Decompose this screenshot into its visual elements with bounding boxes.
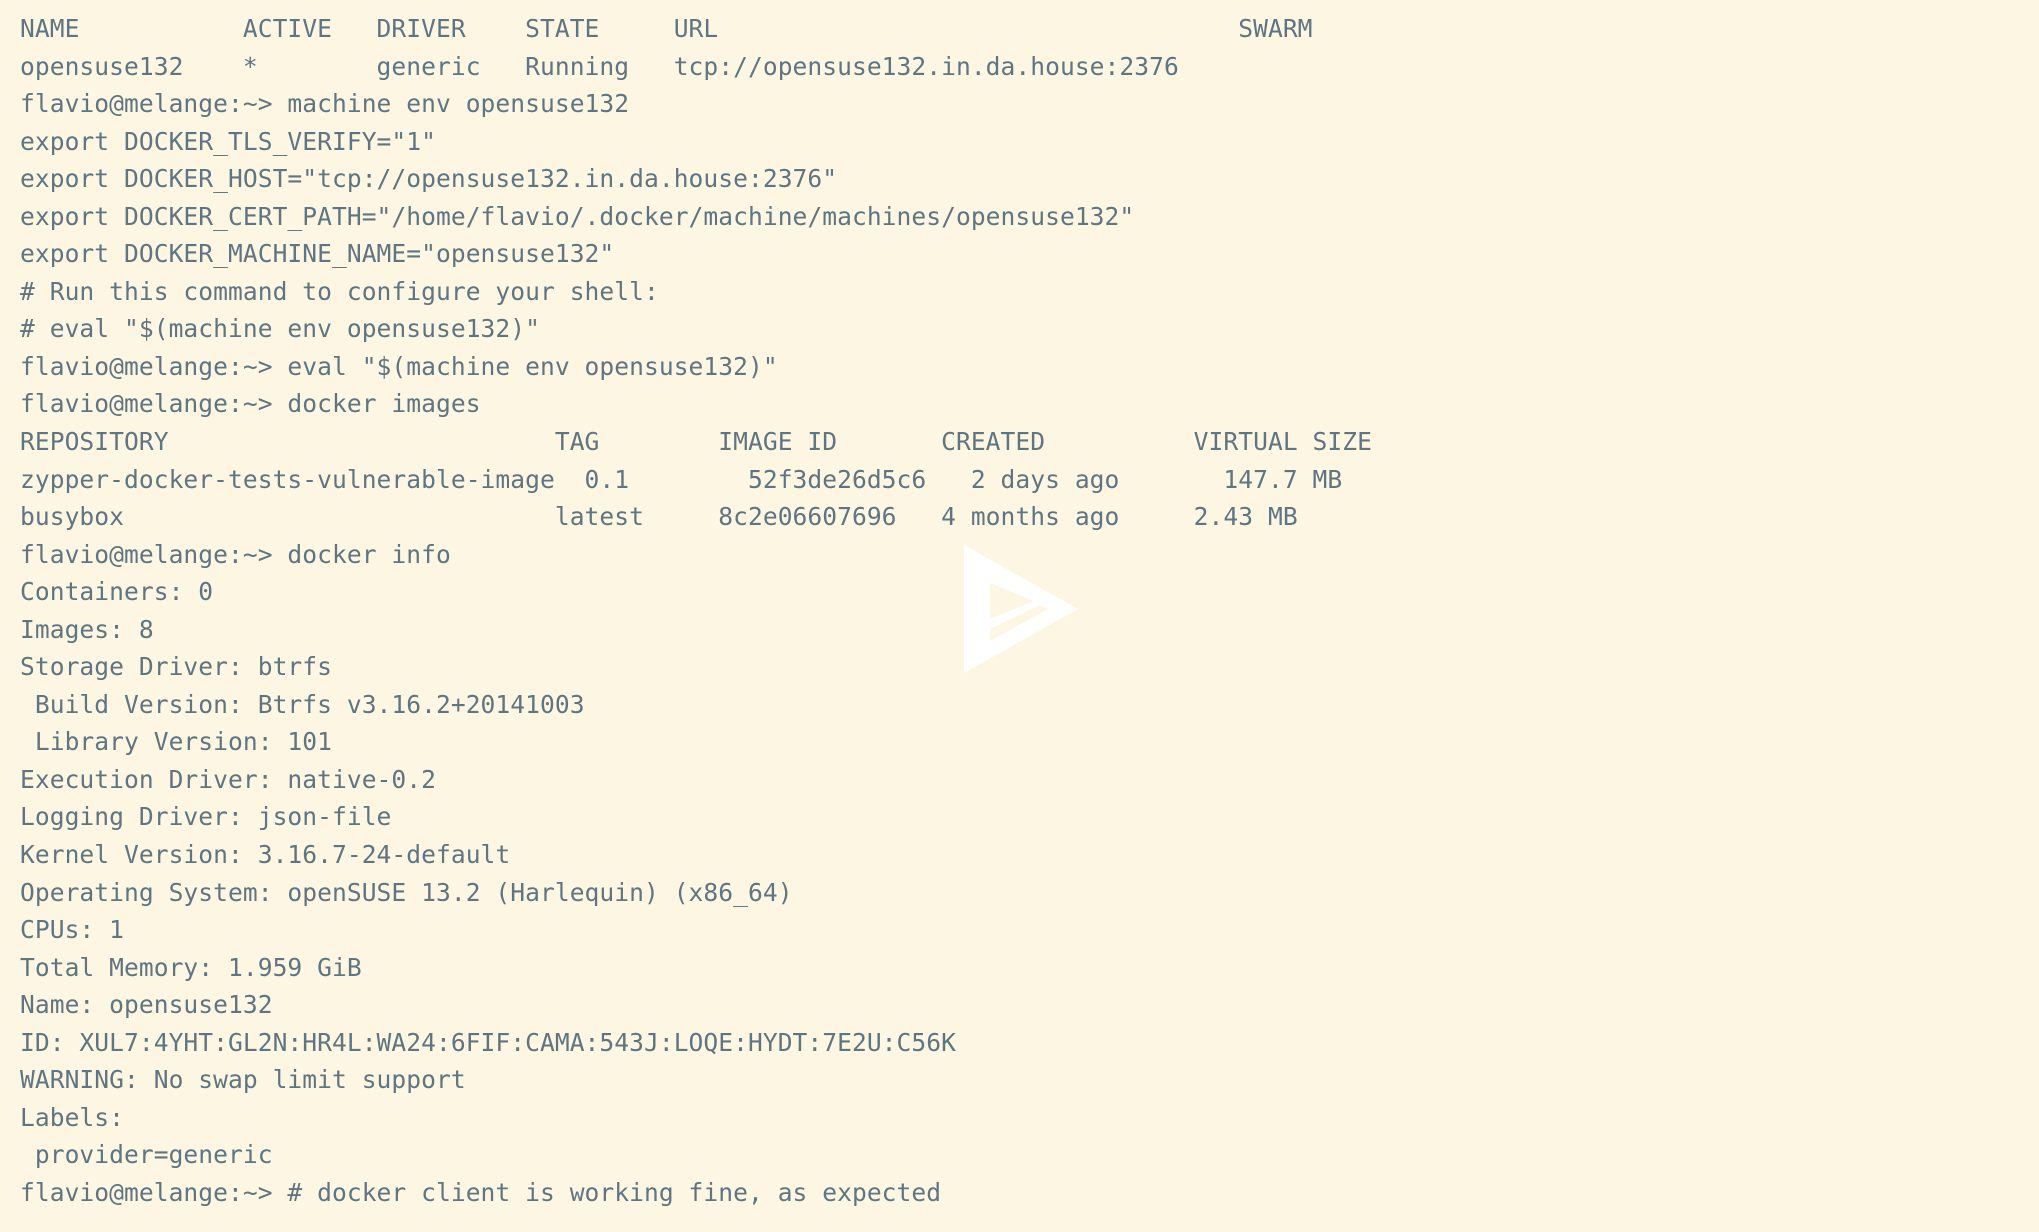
terminal-line: export DOCKER_TLS_VERIFY="1"	[20, 126, 436, 156]
terminal-line: flavio@melange:~> # docker client is wor…	[20, 1177, 942, 1207]
terminal-line: Kernel Version: 3.16.7-24-default	[20, 840, 511, 870]
terminal-line: Operating System: openSUSE 13.2 (Harlequ…	[20, 877, 793, 907]
terminal-line: WARNING: No swap limit support	[20, 1065, 466, 1095]
terminal-line: # eval "$(machine env opensuse132)"	[20, 314, 540, 344]
terminal-line: busybox latest 8c2e06607696 4 months ago…	[20, 502, 1298, 532]
terminal-line: zypper-docker-tests-vulnerable-image 0.1…	[20, 464, 1343, 494]
terminal-line: opensuse132 * generic Running tcp://open…	[20, 51, 1179, 81]
terminal-line: Total Memory: 1.959 GiB	[20, 952, 362, 982]
terminal-window[interactable]: NAME ACTIVE DRIVER STATE URL SWARM opens…	[0, 0, 2039, 1232]
terminal-line: flavio@melange:~> docker info	[20, 539, 451, 569]
terminal-line: Execution Driver: native-0.2	[20, 764, 436, 794]
terminal-line: Containers: 0	[20, 577, 214, 607]
terminal-line: REPOSITORY TAG IMAGE ID CREATED VIRTUAL …	[20, 427, 1372, 457]
terminal-line: flavio@melange:~> machine env opensuse13…	[20, 89, 630, 119]
terminal-line: Labels:	[20, 1102, 124, 1132]
terminal-line: flavio@melange:~> eval "$(machine env op…	[20, 351, 778, 381]
terminal-line: ID: XUL7:4YHT:GL2N:HR4L:WA24:6FIF:CAMA:5…	[20, 1027, 956, 1057]
terminal-line: Images: 8	[20, 614, 154, 644]
terminal-line: export DOCKER_HOST="tcp://opensuse132.in…	[20, 164, 838, 194]
terminal-line: flavio@melange:~> docker images	[20, 389, 481, 419]
terminal-line: Library Version: 101	[20, 727, 332, 757]
terminal-line: Build Version: Btrfs v3.16.2+20141003	[20, 689, 585, 719]
terminal-line: Name: opensuse132	[20, 990, 273, 1020]
terminal-line: Storage Driver: btrfs	[20, 652, 332, 682]
terminal-line: # Run this command to configure your she…	[20, 276, 659, 306]
terminal-output[interactable]: NAME ACTIVE DRIVER STATE URL SWARM opens…	[20, 10, 2039, 1212]
terminal-line: provider=generic	[20, 1140, 273, 1170]
terminal-line: export DOCKER_CERT_PATH="/home/flavio/.d…	[20, 201, 1135, 231]
terminal-line: export DOCKER_MACHINE_NAME="opensuse132"	[20, 239, 615, 269]
terminal-line: CPUs: 1	[20, 915, 124, 945]
terminal-line: Logging Driver: json-file	[20, 802, 392, 832]
terminal-line: NAME ACTIVE DRIVER STATE URL SWARM	[20, 14, 1313, 43]
